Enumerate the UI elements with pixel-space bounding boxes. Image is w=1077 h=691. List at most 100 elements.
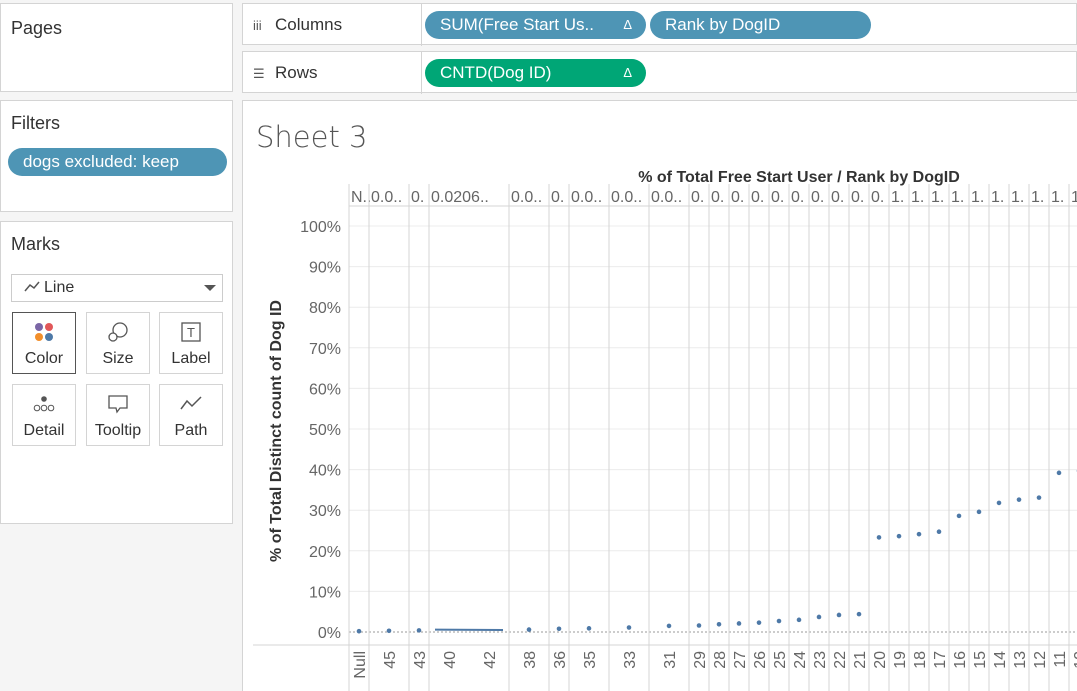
x-rank-label: 16 (952, 651, 969, 669)
data-point (1017, 497, 1022, 502)
y-tick-label: 20% (309, 544, 341, 561)
pages-card[interactable]: Pages (0, 3, 233, 92)
top-header-label: 1. (1051, 189, 1064, 206)
path-icon (160, 393, 222, 415)
top-header-label: 1. (1031, 189, 1044, 206)
y-tick-label: 70% (309, 341, 341, 358)
mark-type-dropdown[interactable]: Line (11, 274, 223, 302)
x-rank-label: 21 (852, 651, 869, 669)
columns-shelf[interactable]: iiiColumns SUM(Free Start Us.. Δ Rank by… (242, 3, 1077, 45)
y-tick-label: 0% (318, 625, 341, 642)
columns-pill-rank-by-dogid[interactable]: Rank by DogID (650, 11, 871, 39)
top-header-label: 0. (811, 189, 824, 206)
data-point (737, 621, 742, 626)
dropdown-arrow-icon (204, 285, 216, 291)
rows-shelf-label: ☰Rows (253, 63, 318, 83)
data-point (957, 514, 962, 519)
data-point (997, 501, 1002, 506)
x-rank-label: 26 (752, 651, 769, 669)
x-rank-label: 19 (892, 651, 909, 669)
data-point (697, 623, 702, 628)
x-rank-label: 11 (1052, 651, 1069, 668)
shelf-divider (421, 52, 422, 94)
top-header-label: 0. (731, 189, 744, 206)
data-point (937, 529, 942, 534)
viz-area[interactable]: Sheet 3 % of Total Distinct count of Dog… (242, 100, 1077, 691)
data-point (797, 618, 802, 623)
marks-color-button[interactable]: Color (12, 312, 76, 374)
data-point (417, 628, 422, 633)
rows-pill-cntd-dog-id[interactable]: CNTD(Dog ID) Δ (425, 59, 646, 87)
y-tick-label: 30% (309, 503, 341, 520)
x-rank-label: 43 (412, 651, 429, 669)
rows-icon: ☰ (253, 66, 267, 82)
x-rank-label: 35 (582, 651, 599, 669)
x-rank-label: 14 (992, 651, 1009, 669)
x-rank-label: 28 (712, 651, 729, 669)
x-rank-label: 12 (1032, 651, 1049, 669)
top-header-label: 0. (831, 189, 844, 206)
x-rank-label: 24 (792, 651, 809, 669)
marks-path-button[interactable]: Path (159, 384, 223, 446)
marks-tooltip-button[interactable]: Tooltip (86, 384, 150, 446)
x-rank-label: 29 (692, 651, 709, 669)
x-rank-label: 25 (772, 651, 789, 669)
marks-detail-button[interactable]: Detail (12, 384, 76, 446)
x-rank-label: 15 (972, 651, 989, 669)
detail-icon (13, 393, 75, 415)
tooltip-icon (87, 393, 149, 415)
top-header-label: 1. (891, 189, 904, 206)
top-header-label: 1. (931, 189, 944, 206)
chart-title: % of Total Free Start User / Rank by Dog… (638, 169, 960, 186)
y-tick-label: 40% (309, 463, 341, 480)
x-rank-label: 40 (442, 651, 459, 669)
columns-icon: iii (253, 18, 267, 33)
marks-title: Marks (11, 234, 60, 255)
y-tick-label: 90% (309, 260, 341, 277)
data-point (757, 620, 762, 625)
data-point (1057, 471, 1062, 476)
data-point (667, 624, 672, 629)
rows-shelf[interactable]: ☰Rows CNTD(Dog ID) Δ (242, 51, 1077, 93)
chart: % of Total Distinct count of Dog ID% of … (243, 101, 1077, 691)
data-point (357, 629, 362, 634)
data-point (527, 627, 532, 632)
mark-type-label: Line (44, 279, 74, 297)
label-icon: T (160, 321, 222, 343)
x-rank-label: 17 (932, 651, 949, 669)
y-tick-label: 50% (309, 422, 341, 439)
data-point (557, 626, 562, 631)
filters-title: Filters (11, 113, 60, 134)
data-point (897, 534, 902, 539)
x-rank-label: 36 (552, 651, 569, 669)
marks-size-button[interactable]: Size (86, 312, 150, 374)
x-rank-label: 13 (1012, 651, 1029, 669)
top-header-label: 1. (1011, 189, 1024, 206)
x-rank-label: 10 (1072, 651, 1077, 669)
marks-card[interactable]: Marks Line Color Size T Label Detail (0, 221, 233, 524)
top-header-label: 0. (711, 189, 724, 206)
x-rank-label: Null (352, 651, 369, 679)
data-point (817, 615, 822, 620)
top-header-label: 0.0.. (571, 189, 602, 206)
top-header-label: 0. (751, 189, 764, 206)
data-point (717, 622, 722, 627)
x-rank-label: 20 (872, 651, 889, 669)
top-header-label: 0.0.. (651, 189, 682, 206)
svg-text:T: T (187, 325, 195, 340)
data-point (777, 619, 782, 624)
marks-label-button[interactable]: T Label (159, 312, 223, 374)
x-rank-label: 45 (382, 651, 399, 669)
top-header-label: 0.0.. (371, 189, 402, 206)
columns-pill-free-start-user[interactable]: SUM(Free Start Us.. Δ (425, 11, 646, 39)
filter-pill-dogs-excluded[interactable]: dogs excluded: keep (8, 148, 227, 176)
top-header-label: 1. (1071, 189, 1077, 206)
filters-card[interactable]: Filters dogs excluded: keep (0, 100, 233, 212)
top-header-label: 1. (971, 189, 984, 206)
color-icon (13, 321, 75, 343)
line-icon (24, 279, 40, 300)
data-point (837, 613, 842, 618)
x-rank-label: 18 (912, 651, 929, 669)
top-header-label: 0. (791, 189, 804, 206)
top-header-label: 0.0.. (511, 189, 542, 206)
